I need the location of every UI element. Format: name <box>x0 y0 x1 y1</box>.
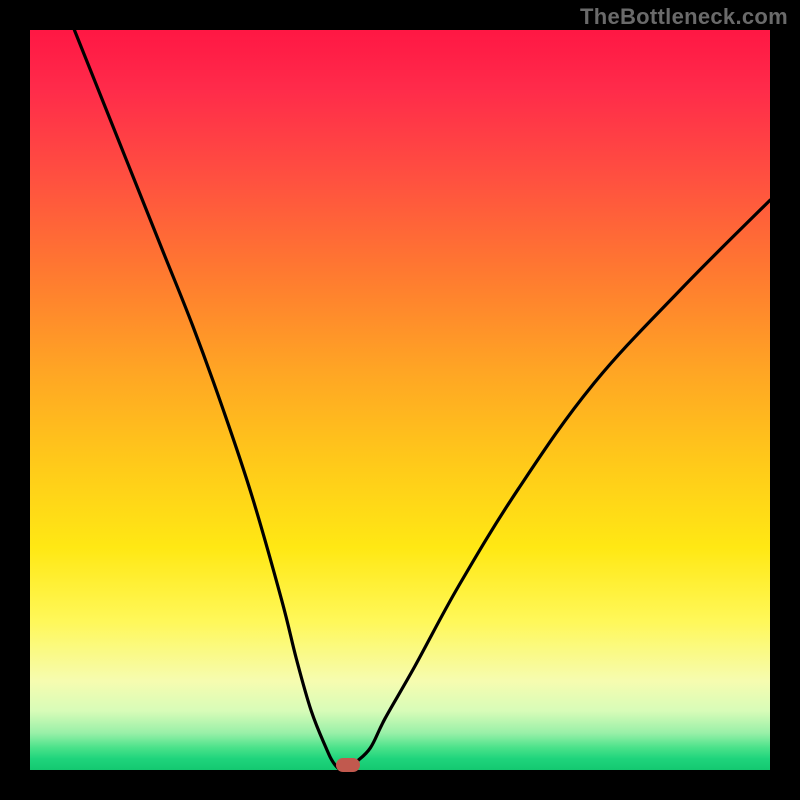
minimum-marker <box>336 758 360 772</box>
curve-svg <box>30 30 770 770</box>
watermark-text: TheBottleneck.com <box>580 4 788 30</box>
plot-area <box>30 30 770 770</box>
bottleneck-curve <box>74 30 770 770</box>
chart-frame: TheBottleneck.com <box>0 0 800 800</box>
